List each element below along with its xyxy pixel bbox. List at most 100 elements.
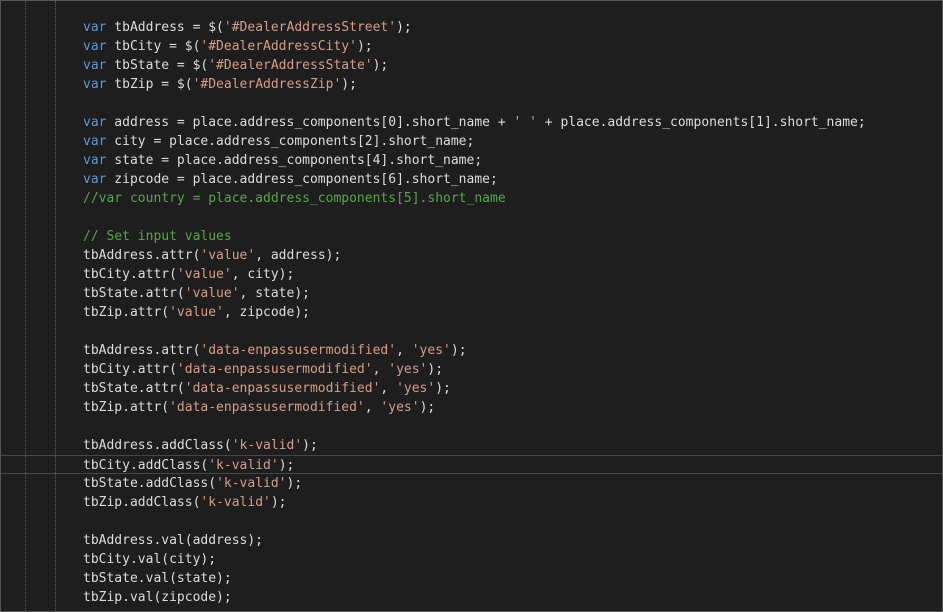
code-token-plain: );	[419, 400, 436, 415]
code-token-string: 'value'	[184, 286, 240, 301]
code-line[interactable]	[1, 94, 942, 113]
code-token-plain: tbCity.addClass(	[83, 458, 209, 473]
code-token-plain: );	[278, 458, 295, 473]
code-token-plain: state = place.address_components[4].shor…	[106, 153, 483, 168]
code-token-plain: tbState.addClass(	[83, 476, 217, 491]
code-token-plain: , state);	[239, 286, 310, 301]
code-token-plain: , zipcode);	[223, 305, 310, 320]
code-token-string: 'data-enpassusermodified'	[200, 343, 397, 358]
code-token-plain: );	[435, 381, 451, 396]
code-token-plain: );	[396, 20, 412, 35]
code-token-string: '#DealerAddressCity'	[200, 39, 357, 54]
code-line[interactable]: var tbZip = $('#DealerAddressZip');	[1, 75, 942, 94]
code-token-plain: tbState.attr(	[83, 286, 185, 301]
code-line[interactable]: var tbAddress = $('#DealerAddressStreet'…	[1, 18, 942, 37]
code-token-string: '#DealerAddressState'	[208, 58, 373, 73]
code-line[interactable]: var city = place.address_components[2].s…	[1, 132, 942, 151]
code-token-plain: tbZip.attr(	[83, 400, 170, 415]
code-line[interactable]: tbState.val(state);	[1, 569, 942, 588]
code-token-string: 'value'	[169, 305, 224, 320]
code-token-string: 'k-valid'	[208, 458, 279, 473]
code-line[interactable]: var zipcode = place.address_components[6…	[1, 170, 942, 189]
code-token-plain: tbAddress.val(address);	[83, 533, 264, 548]
code-token-string: '#DealerAddressZip'	[192, 77, 342, 92]
code-line[interactable]: var tbCity = $('#DealerAddressCity');	[1, 37, 942, 56]
code-token-plain: );	[302, 438, 318, 453]
code-token-string: 'yes'	[380, 400, 420, 415]
code-token-keyword: var	[83, 153, 107, 168]
code-token-keyword: var	[83, 39, 107, 54]
code-line[interactable]: tbState.attr('data-enpassusermodified', …	[1, 379, 942, 398]
code-lines[interactable]: var tbAddress = $('#DealerAddressStreet'…	[1, 18, 942, 607]
code-line[interactable]: //var country = place.address_components…	[1, 189, 942, 208]
code-line[interactable]: tbAddress.addClass('k-valid');	[1, 436, 942, 455]
code-token-keyword: var	[83, 115, 107, 130]
code-line[interactable]: var state = place.address_components[4].…	[1, 151, 942, 170]
code-token-string: 'data-enpassusermodified'	[176, 362, 373, 377]
code-line[interactable]: tbZip.attr('value', zipcode);	[1, 303, 942, 322]
code-token-string: 'yes'	[411, 343, 451, 358]
code-line[interactable]: var tbState = $('#DealerAddressState');	[1, 56, 942, 75]
code-token-keyword: var	[83, 77, 107, 92]
code-line[interactable]: tbAddress.val(address);	[1, 531, 942, 550]
code-token-plain: tbAddress.addClass(	[83, 438, 232, 453]
code-line[interactable]: tbCity.attr('value', city);	[1, 265, 942, 284]
code-token-plain: );	[372, 58, 389, 73]
code-line[interactable]: tbAddress.attr('value', address);	[1, 246, 942, 265]
code-token-plain: );	[341, 77, 357, 92]
code-token-plain: ,	[372, 362, 389, 377]
code-line[interactable]: tbCity.val(city);	[1, 550, 942, 569]
code-line[interactable]: var address = place.address_components[0…	[1, 113, 942, 132]
code-token-keyword: var	[83, 58, 107, 73]
code-line[interactable]	[1, 512, 942, 531]
code-token-string: ' '	[513, 115, 537, 130]
code-line[interactable]: tbZip.attr('data-enpassusermodified', 'y…	[1, 398, 942, 417]
code-token-string: 'value'	[200, 248, 256, 263]
code-token-string: 'data-enpassusermodified'	[184, 381, 381, 396]
code-token-plain: tbAddress.attr(	[83, 343, 201, 358]
code-line[interactable]: tbCity.attr('data-enpassusermodified', '…	[1, 360, 942, 379]
code-token-plain: tbZip = $(	[106, 77, 193, 92]
code-token-plain: tbState.attr(	[83, 381, 185, 396]
code-token-string: 'yes'	[396, 381, 436, 396]
code-token-plain: ,	[364, 400, 381, 415]
code-line[interactable]: tbZip.addClass('k-valid');	[1, 493, 942, 512]
code-line[interactable]: tbZip.val(zipcode);	[1, 588, 942, 607]
code-token-comment: //var country = place.address_components…	[83, 191, 506, 206]
code-token-plain: zipcode = place.address_components[6].sh…	[106, 172, 498, 187]
code-line[interactable]	[1, 208, 942, 227]
code-token-plain: address = place.address_components[0].sh…	[106, 115, 514, 130]
code-token-plain: + place.address_components[1].short_name…	[536, 115, 866, 130]
code-token-plain: tbCity.attr(	[83, 362, 177, 377]
code-token-plain: tbState = $(	[106, 58, 209, 73]
code-token-plain: );	[427, 362, 444, 377]
code-token-plain: ,	[380, 381, 397, 396]
code-token-plain: );	[270, 495, 287, 510]
code-token-string: 'data-enpassusermodified'	[169, 400, 365, 415]
code-line[interactable]: // Set input values	[1, 227, 942, 246]
code-token-plain: , address);	[255, 248, 342, 263]
code-token-string: 'k-valid'	[231, 438, 303, 453]
code-line[interactable]	[1, 417, 942, 436]
code-line[interactable]: tbAddress.attr('data-enpassusermodified'…	[1, 341, 942, 360]
current-code-line[interactable]: tbCity.addClass('k-valid');	[1, 455, 942, 474]
code-token-comment: // Set input values	[83, 229, 232, 244]
code-token-plain: );	[450, 343, 467, 358]
code-token-keyword: var	[83, 20, 107, 35]
code-line[interactable]: tbState.addClass('k-valid');	[1, 474, 942, 493]
code-token-plain: tbAddress = $(	[106, 20, 224, 35]
code-token-plain: tbState.val(state);	[83, 571, 232, 586]
code-token-plain: );	[286, 476, 303, 491]
code-token-plain: tbAddress.attr(	[83, 248, 201, 263]
code-token-keyword: var	[83, 134, 107, 149]
code-line[interactable]: tbState.attr('value', state);	[1, 284, 942, 303]
code-token-string: 'k-valid'	[216, 476, 287, 491]
code-token-string: 'k-valid'	[200, 495, 271, 510]
code-line[interactable]	[1, 322, 942, 341]
code-token-plain: tbCity = $(	[106, 39, 201, 54]
code-token-string: 'value'	[176, 267, 232, 282]
code-token-string: '#DealerAddressStreet'	[223, 20, 397, 35]
code-token-plain: tbCity.val(city);	[83, 552, 217, 567]
code-token-plain: tbCity.attr(	[83, 267, 177, 282]
code-editor[interactable]: var tbAddress = $('#DealerAddressStreet'…	[0, 0, 943, 612]
